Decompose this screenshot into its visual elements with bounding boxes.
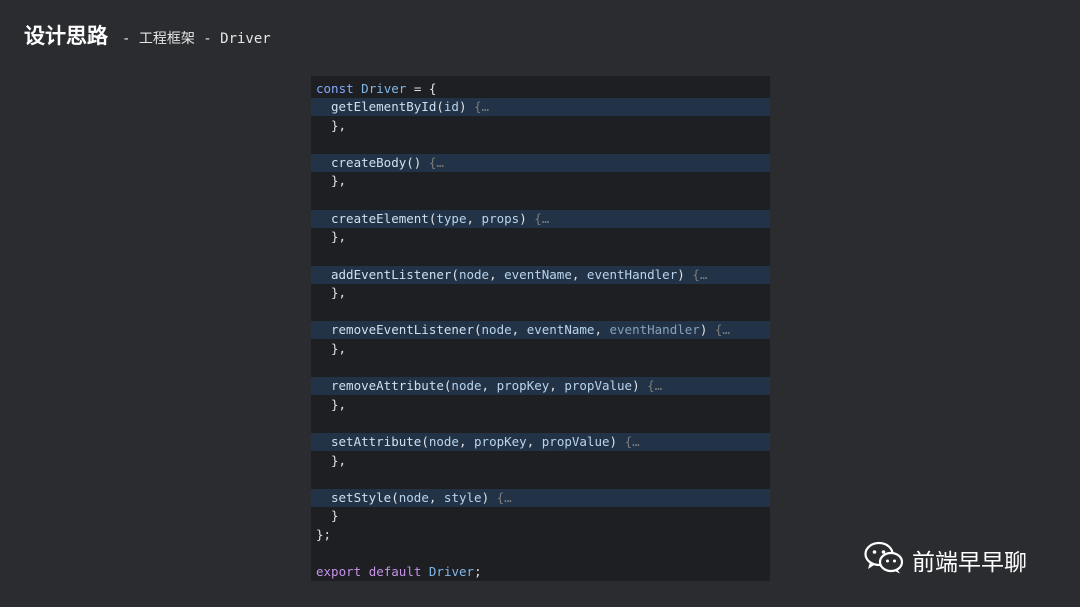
code-line-method-close: },	[311, 284, 770, 302]
code-line-method-signature: addEventListener(node, eventName, eventH…	[311, 265, 770, 284]
fold-marker-icon[interactable]: {…	[474, 99, 489, 114]
method-param: eventName	[526, 322, 595, 338]
param-separator: ,	[571, 266, 587, 282]
method-close: },	[331, 117, 347, 133]
paren-close: )	[699, 322, 715, 338]
paren-open: (	[391, 489, 399, 505]
param-separator: ,	[549, 378, 565, 394]
method-param: node	[428, 434, 459, 450]
method-param: propKey	[496, 378, 550, 394]
method-name: createElement	[331, 210, 429, 226]
method-param: propValue	[541, 434, 610, 450]
fold-marker-icon[interactable]: {…	[625, 434, 640, 449]
method-param: propKey	[474, 434, 527, 450]
keyword-default: default	[368, 564, 422, 579]
code-line-method-close: },	[311, 340, 770, 358]
code-line-method-signature: getElementById(id) {…	[311, 98, 770, 116]
param-separator: ,	[511, 322, 527, 338]
param-separator: ,	[428, 489, 444, 505]
paren-open: (	[474, 322, 482, 338]
code-line-method-close: },	[311, 452, 770, 470]
paren-close: )	[458, 99, 475, 114]
method-close: }	[331, 508, 339, 524]
export-name: Driver	[428, 564, 475, 579]
method-param: node	[458, 266, 490, 282]
code-line-method-signature: createElement(type, props) {…	[311, 209, 770, 228]
slide-title: 设计思路	[24, 24, 108, 48]
code-line-method-signature: removeAttribute(node, propKey, propValue…	[311, 377, 770, 396]
export-end: ;	[474, 564, 482, 579]
code-line-export: export default Driver;	[311, 563, 770, 581]
wechat-icon	[864, 541, 904, 579]
method-name: addEventListener	[331, 266, 452, 282]
fold-marker-icon[interactable]: {…	[647, 378, 662, 393]
method-param: propValue	[564, 378, 633, 394]
method-param: style	[443, 489, 482, 505]
method-name: setStyle	[331, 489, 392, 505]
brand-name: 前端早早聊	[912, 550, 1027, 576]
fold-marker-icon[interactable]: {…	[429, 155, 444, 170]
code-line-method-signature: setAttribute(node, propKey, propValue) {…	[311, 433, 770, 452]
method-param: eventHandler	[609, 322, 700, 338]
object-close: };	[316, 527, 332, 542]
method-name: getElementById	[331, 99, 437, 114]
code-line-method-signature: setStyle(node, style) {…	[311, 488, 770, 507]
paren-close: )	[413, 154, 429, 170]
method-name: removeEventListener	[331, 322, 474, 338]
method-param: node	[451, 378, 482, 394]
fold-marker-icon[interactable]: {…	[497, 490, 512, 505]
paren-open: (	[421, 434, 429, 450]
paren-close: )	[519, 210, 535, 226]
code-line-method-close: }	[311, 507, 770, 525]
method-close: },	[331, 285, 347, 301]
method-param: id	[443, 99, 459, 114]
param-separator: ,	[594, 322, 610, 338]
method-name: setAttribute	[331, 434, 422, 450]
code-line-declaration: const Driver = {	[311, 80, 770, 98]
code-line-method-signature: createBody() {…	[311, 153, 770, 172]
slide-subtitle: - 工程框架 - Driver	[122, 31, 271, 47]
param-separator: ,	[466, 210, 482, 226]
method-param: props	[481, 210, 520, 226]
method-close: },	[331, 396, 347, 412]
code-line-method-close: },	[311, 117, 770, 135]
method-close: },	[331, 173, 347, 189]
object-name: Driver	[361, 81, 407, 96]
fold-marker-icon[interactable]: {…	[692, 267, 707, 282]
paren-open: (	[406, 154, 414, 170]
method-name: removeAttribute	[331, 378, 444, 394]
method-param: eventHandler	[586, 266, 678, 282]
param-separator: ,	[458, 434, 475, 450]
paren-close: )	[481, 489, 497, 505]
method-name: createBody	[331, 154, 407, 170]
paren-close: )	[632, 378, 648, 394]
brand-watermark: 前端早早聊	[864, 541, 1027, 579]
method-param: eventName	[504, 266, 572, 282]
paren-close: )	[609, 434, 625, 450]
method-close: },	[331, 340, 347, 356]
paren-open: (	[436, 99, 444, 114]
keyword-export: export	[316, 564, 362, 579]
method-param: type	[436, 210, 467, 226]
code-line-method-close: },	[311, 172, 770, 190]
code-line-object-close: };	[311, 526, 770, 544]
code-line-method-signature: removeEventListener(node, eventName, eve…	[311, 321, 770, 340]
keyword-const: const	[316, 81, 354, 96]
fold-marker-icon[interactable]: {…	[715, 322, 730, 337]
method-close: },	[331, 452, 347, 468]
paren-open: (	[451, 266, 459, 282]
method-param: node	[481, 322, 512, 338]
declaration-rest: = {	[406, 81, 437, 96]
slide-header: 设计思路 - 工程框架 - Driver	[24, 20, 271, 50]
param-separator: ,	[526, 434, 542, 450]
paren-close: )	[677, 266, 693, 282]
fold-marker-icon[interactable]: {…	[534, 211, 549, 226]
param-separator: ,	[481, 378, 497, 394]
code-editor-panel: const Driver = { getElementById(id) {…},…	[311, 76, 770, 581]
code-line-method-close: },	[311, 396, 770, 414]
code-line-method-close: },	[311, 228, 770, 246]
param-separator: ,	[489, 266, 505, 282]
method-param: node	[398, 489, 429, 505]
method-close: },	[331, 229, 347, 245]
